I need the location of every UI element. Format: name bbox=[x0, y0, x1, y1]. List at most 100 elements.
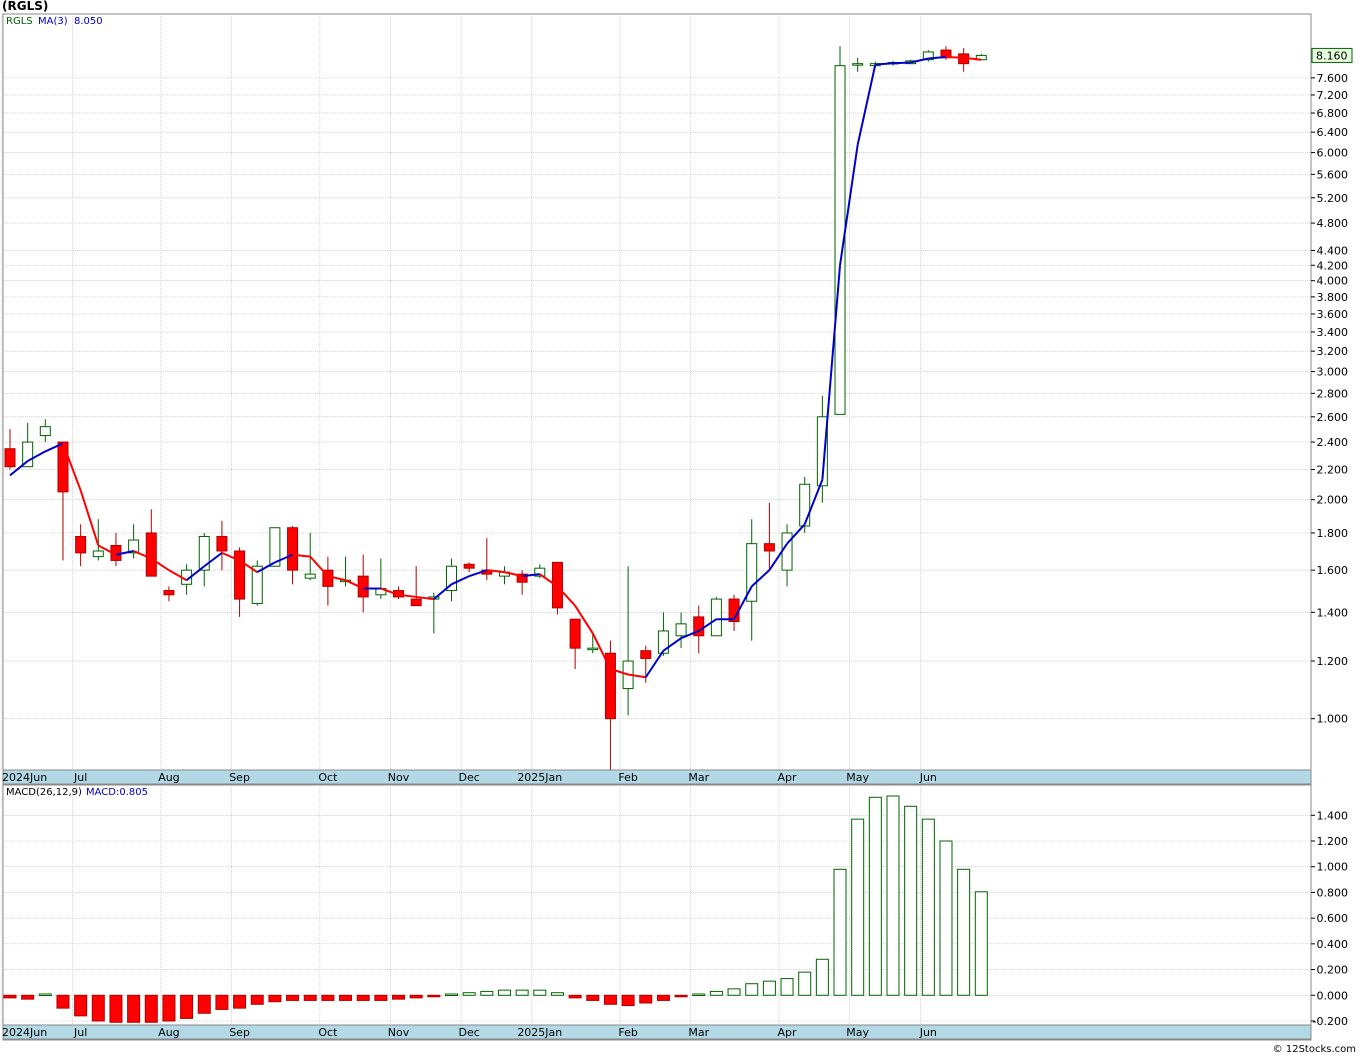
candle-body bbox=[710, 598, 722, 637]
macd-y-tick-label: -0.200 bbox=[1313, 1015, 1348, 1028]
price-x-tick-label: Oct bbox=[318, 771, 338, 784]
macd-bar bbox=[144, 994, 158, 1023]
macd-bar bbox=[109, 994, 123, 1023]
macd-bar bbox=[621, 994, 635, 1007]
price-y-tick-label: 3.600 bbox=[1317, 308, 1349, 321]
macd-bar bbox=[91, 994, 105, 1022]
price-legend-ma: MA(3) bbox=[38, 16, 68, 27]
macd-x-tick-label: Sep bbox=[229, 1026, 250, 1039]
macd-bar bbox=[286, 994, 300, 1001]
macd-y-tick-label: 0.800 bbox=[1317, 886, 1349, 899]
price-y-tick-label: 3.800 bbox=[1317, 291, 1349, 304]
macd-x-tick-label: Oct bbox=[318, 1026, 338, 1039]
candle-body bbox=[216, 535, 228, 552]
price-y-tick-label: 6.800 bbox=[1317, 107, 1349, 120]
price-x-tick-label: Nov bbox=[388, 771, 410, 784]
macd-bar bbox=[851, 818, 865, 996]
candle-body bbox=[763, 543, 775, 552]
candle-body bbox=[569, 618, 581, 649]
macd-y-tick-label: 0.400 bbox=[1317, 938, 1349, 951]
price-y-tick-label: 1.200 bbox=[1317, 655, 1349, 668]
price-x-tick-label: May bbox=[846, 771, 869, 784]
macd-bar bbox=[21, 994, 35, 1000]
macd-bar bbox=[533, 989, 547, 996]
candle-body bbox=[4, 448, 16, 468]
candle-body bbox=[410, 598, 422, 607]
macd-bar bbox=[762, 980, 776, 996]
macd-bar bbox=[957, 868, 971, 996]
macd-bar bbox=[692, 993, 706, 996]
macd-bar bbox=[303, 994, 317, 1001]
price-x-tick-label: Mar bbox=[688, 771, 709, 784]
macd-bar bbox=[497, 989, 511, 996]
price-y-tick-label: 5.200 bbox=[1317, 192, 1349, 205]
price-y-tick-label: 5.600 bbox=[1317, 168, 1349, 181]
macd-bar bbox=[38, 993, 52, 996]
candle-body bbox=[463, 563, 475, 569]
price-x-tick-label: 2025Jan bbox=[517, 771, 562, 784]
macd-bar bbox=[197, 994, 211, 1014]
candle-body bbox=[145, 532, 157, 577]
macd-x-tick-label: Mar bbox=[688, 1026, 709, 1039]
macd-bar bbox=[568, 994, 582, 999]
macd-legend-value: MACD:0.805 bbox=[86, 787, 148, 798]
price-y-tick-label: 4.800 bbox=[1317, 217, 1349, 230]
macd-bar bbox=[815, 958, 829, 996]
price-legend-ma-value: 8.050 bbox=[74, 16, 103, 27]
candle-body bbox=[587, 647, 599, 651]
price-y-tick-label: 2.800 bbox=[1317, 387, 1349, 400]
macd-x-tick-label: Jul bbox=[73, 1026, 87, 1039]
price-y-tick-label: 2.000 bbox=[1317, 494, 1349, 507]
price-x-tick-label: Dec bbox=[459, 771, 480, 784]
macd-bar bbox=[356, 994, 370, 1001]
ma-segment bbox=[875, 62, 894, 66]
price-y-tick-label: 3.400 bbox=[1317, 326, 1349, 339]
price-panel bbox=[2, 13, 1312, 785]
macd-bar bbox=[780, 978, 794, 996]
macd-y-tick-label: 1.200 bbox=[1317, 835, 1349, 848]
macd-bar bbox=[939, 840, 953, 996]
footer-credit: © 12Stocks.com bbox=[1273, 1044, 1356, 1055]
price-y-tick-label: 4.000 bbox=[1317, 275, 1349, 288]
candle-body bbox=[287, 527, 299, 571]
price-y-tick-label: 6.000 bbox=[1317, 147, 1349, 160]
macd-bar bbox=[215, 994, 229, 1010]
price-y-tick-label: 1.400 bbox=[1317, 606, 1349, 619]
macd-bar bbox=[127, 994, 141, 1023]
candle-body bbox=[163, 590, 175, 596]
macd-bar bbox=[656, 994, 670, 1001]
macd-x-axis-band bbox=[2, 1024, 1312, 1040]
macd-bar bbox=[886, 795, 900, 996]
macd-bar bbox=[445, 993, 458, 996]
macd-bar bbox=[409, 994, 423, 999]
macd-bar bbox=[268, 994, 282, 1003]
ma-segment bbox=[892, 61, 911, 65]
macd-bar bbox=[727, 988, 741, 996]
macd-y-tick-label: 0.000 bbox=[1317, 989, 1349, 1002]
macd-bar bbox=[868, 796, 882, 996]
candle-body bbox=[304, 573, 316, 579]
price-y-tick-label: 6.400 bbox=[1317, 126, 1349, 139]
macd-bar bbox=[974, 891, 988, 996]
macd-bar bbox=[339, 994, 353, 1001]
price-x-tick-label: Feb bbox=[618, 771, 637, 784]
last-price-label: 8.160 bbox=[1316, 49, 1348, 62]
price-x-tick-label: 2024Jun bbox=[2, 771, 47, 784]
macd-x-tick-label: Jun bbox=[919, 1026, 937, 1039]
price-y-tick-label: 3.000 bbox=[1317, 366, 1349, 379]
macd-bar bbox=[162, 994, 176, 1022]
macd-x-tick-label: Dec bbox=[459, 1026, 480, 1039]
candle-body bbox=[92, 550, 104, 558]
price-y-tick-label: 3.200 bbox=[1317, 345, 1349, 358]
chart-title: (RGLS) bbox=[2, 0, 48, 13]
price-x-tick-label: Sep bbox=[229, 771, 250, 784]
price-y-tick-label: 4.200 bbox=[1317, 259, 1349, 272]
macd-bar bbox=[515, 989, 529, 996]
macd-bar bbox=[904, 805, 918, 996]
price-x-tick-label: Apr bbox=[778, 771, 798, 784]
macd-y-tick-label: 0.200 bbox=[1317, 964, 1349, 977]
candle-body bbox=[852, 63, 864, 66]
macd-bar bbox=[709, 990, 723, 996]
macd-bar bbox=[639, 994, 653, 1004]
price-x-tick-label: Jul bbox=[73, 771, 87, 784]
